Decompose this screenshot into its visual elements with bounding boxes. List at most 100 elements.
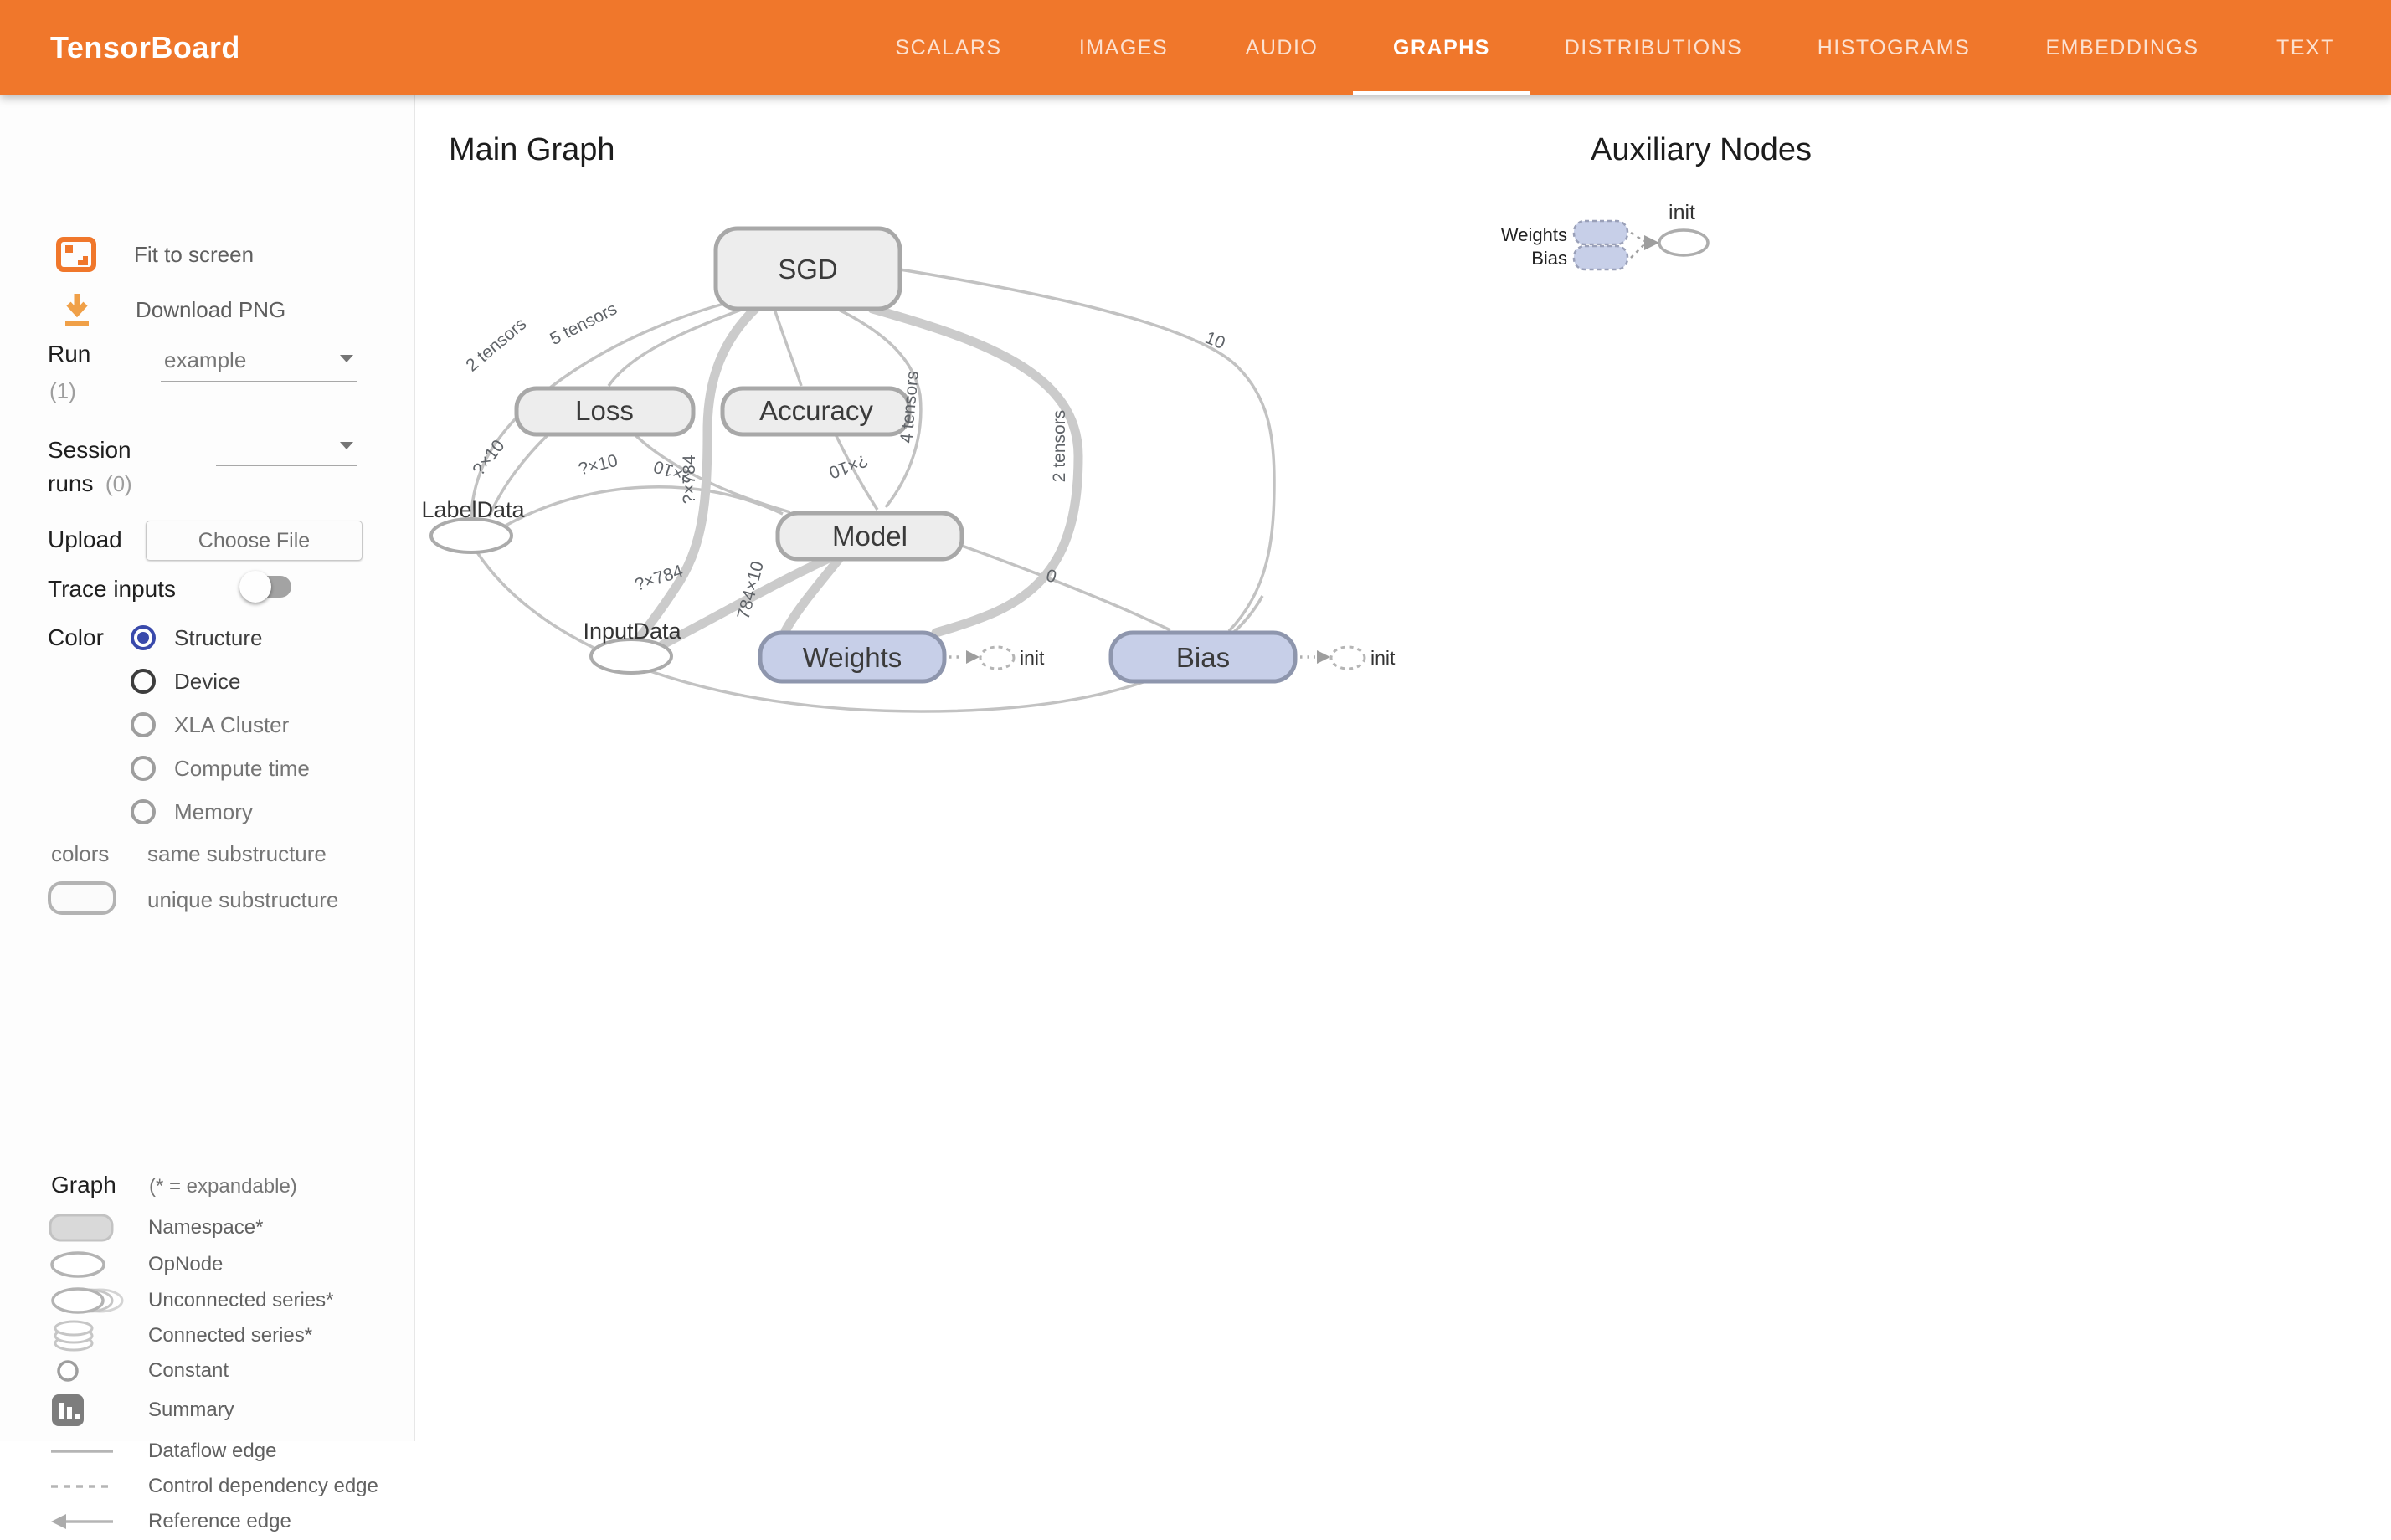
main-graph-title: Main Graph [449,132,615,168]
radio-device[interactable]: Device [131,666,240,696]
init-stub-weights[interactable]: init [949,647,1045,669]
fit-to-screen-icon [55,236,97,273]
active-tab-indicator [1353,91,1530,95]
node-bias[interactable]: Bias [1111,633,1295,681]
aux-init-label: init [1669,201,1695,224]
tab-text[interactable]: TEXT [2276,0,2335,95]
sidebar: Fit to screen Download PNG Run (1) examp… [0,95,415,1441]
radio-xla-cluster-label: XLA Cluster [174,712,289,738]
toggle-knob [239,571,271,603]
session-runs-label-1: Session [48,437,131,464]
session-chevron-down-icon[interactable] [340,442,353,449]
init-weights-label: init [1020,647,1045,669]
tab-graphs[interactable]: GRAPHS [1393,0,1490,95]
legend-dataflow-edge-label: Dataflow edge [148,1440,276,1463]
radio-compute-time-label: Compute time [174,756,310,782]
tab-graphs-label: GRAPHS [1393,36,1490,59]
download-png-button[interactable]: Download PNG [59,290,285,330]
edge-labeldata-model [506,487,783,526]
aux-bias-label: Bias [1531,248,1567,269]
tab-embeddings-label: EMBEDDINGS [2045,36,2198,59]
node-accuracy-label: Accuracy [759,395,873,426]
legend-item-connected-series: Connected series* [48,1317,312,1354]
namespace-icon [48,1209,148,1246]
tab-histograms[interactable]: HISTOGRAMS [1818,0,1971,95]
run-select[interactable]: example [164,347,340,373]
fit-to-screen-button[interactable]: Fit to screen [55,234,254,275]
legend-reference-edge-label: Reference edge [148,1510,291,1533]
tab-scalars[interactable]: SCALARS [895,0,1001,95]
edge-label-2-tensors-right: 2 tensors [1050,410,1069,482]
radio-device-label: Device [174,669,240,695]
radio-structure-label: Structure [174,625,263,651]
init-bias-label: init [1370,647,1396,669]
tab-images[interactable]: IMAGES [1079,0,1168,95]
legend-summary-label: Summary [148,1399,234,1422]
auxiliary-nodes-title: Auxiliary Nodes [1591,132,1812,168]
tab-scalars-label: SCALARS [895,36,1001,59]
aux-bias-node[interactable] [1574,246,1627,270]
constant-icon [48,1353,148,1389]
legend-item-summary: Summary [48,1392,234,1429]
node-model[interactable]: Model [778,513,962,559]
radio-xla-cluster[interactable]: XLA Cluster [131,710,289,740]
edge-sgd-bias [900,270,1274,631]
radio-selected-icon [131,625,156,650]
node-accuracy[interactable]: Accuracy [722,388,909,434]
reference-edge-icon [48,1503,148,1540]
graph-legend-title: Graph [51,1172,116,1199]
tab-audio[interactable]: AUDIO [1246,0,1319,95]
arrowhead-icon [966,650,980,664]
edge-label-5-tensors: 5 tensors [547,299,620,349]
legend-constant-label: Constant [148,1359,229,1383]
aux-edge-bias-init [1631,244,1644,258]
run-count: (1) [49,378,76,404]
legend-item-constant: Constant [48,1353,229,1389]
graph-canvas[interactable]: SGD Loss Accuracy Model Weights Bias Lab… [414,95,2391,1441]
radio-memory[interactable]: Memory [131,797,253,827]
radio-structure[interactable]: Structure [131,623,263,653]
session-runs-word: runs [48,470,93,496]
edge-label-x10-d: ?×10 [826,450,870,482]
expandable-note: (* = expandable) [149,1175,297,1199]
legend-control-dependency-edge-label: Control dependency edge [148,1475,378,1498]
trace-inputs-toggle[interactable] [239,569,293,603]
node-weights[interactable]: Weights [760,633,944,681]
auxiliary-nodes-cluster[interactable]: Weights Bias init [1501,201,1708,270]
radio-compute-time[interactable]: Compute time [131,753,310,783]
arrowhead-icon [1317,650,1330,664]
download-icon [59,290,95,329]
legend-item-control-dependency-edge: Control dependency edge [48,1468,378,1505]
legend-opnode-label: OpNode [148,1253,223,1276]
arrowhead-icon [1644,235,1659,250]
legend-namespace-label: Namespace* [148,1216,263,1240]
radio-icon [131,799,156,824]
edge-label-x10-b: ?×10 [577,451,620,480]
node-sgd[interactable]: SGD [716,228,900,309]
radio-icon [131,669,156,694]
app-logo: TensorBoard [50,0,240,95]
tensorboard-app: { "toolbar": { "title": "TensorBoard", "… [0,0,2391,1441]
aux-weights-node[interactable] [1574,221,1627,244]
init-stub-bias[interactable]: init [1300,647,1396,669]
node-loss[interactable]: Loss [517,388,693,434]
node-inputdata-label: InputData [583,619,681,644]
tab-distributions[interactable]: DISTRIBUTIONS [1565,0,1743,95]
edge-label-x10-a: ?×10 [469,436,508,479]
edge-label-10: 10 [1202,328,1227,353]
trace-inputs-label: Trace inputs [48,576,176,603]
legend-item-dataflow-edge: Dataflow edge [48,1433,276,1470]
node-model-label: Model [832,521,908,552]
node-labeldata-label: LabelData [421,497,525,522]
run-chevron-down-icon[interactable] [340,355,353,362]
opnode-icon [48,1246,148,1283]
tab-distributions-label: DISTRIBUTIONS [1565,36,1743,59]
edge-labels: 2 tensors 5 tensors 4 tensors ?×784 2 te… [462,299,1227,621]
summary-icon [48,1392,148,1429]
tab-embeddings[interactable]: EMBEDDINGS [2045,0,2198,95]
aux-weights-label: Weights [1501,224,1567,245]
session-select-underline[interactable] [216,465,357,466]
aux-init-node[interactable] [1659,230,1708,255]
choose-file-button[interactable]: Choose File [146,521,363,561]
choose-file-label: Choose File [198,529,310,553]
